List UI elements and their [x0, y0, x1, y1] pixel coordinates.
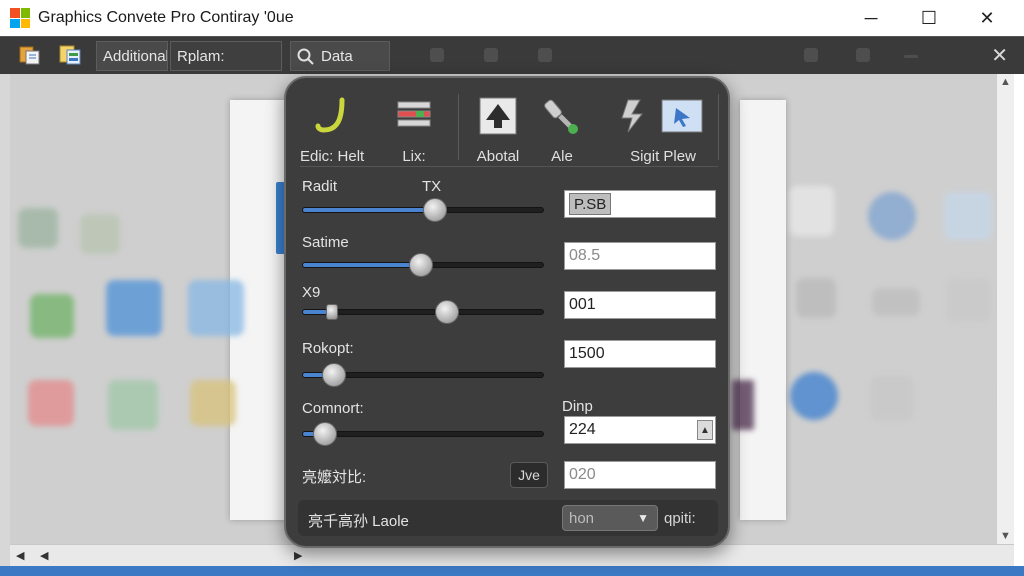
scroll-left-icon[interactable]: ◀ [40, 549, 48, 562]
x9-slider-knob-secondary[interactable] [435, 300, 459, 324]
tool-lix[interactable]: Lix: [392, 94, 436, 165]
blurred-app-icon [188, 280, 244, 336]
vertical-scrollbar[interactable]: ▲ ▼ [996, 74, 1014, 544]
blurred-app-icon [790, 186, 834, 236]
blurred-app-icon [944, 192, 992, 240]
tab-rplam[interactable]: Rplam: [170, 41, 282, 71]
tool-edit-helt[interactable]: Edic: Helt [300, 94, 364, 165]
jve-button[interactable]: Jve [510, 462, 548, 488]
faint-tool-icon[interactable] [484, 48, 498, 62]
rokopt-label: Rokopt: [302, 340, 354, 357]
layers-list-icon [397, 101, 431, 127]
radit-field[interactable]: P.SB [564, 190, 716, 218]
maximize-button[interactable]: ☐ [904, 0, 954, 36]
brush-icon [544, 99, 578, 134]
blurred-app-icon [872, 288, 920, 316]
pset-tag: P.SB [569, 193, 612, 215]
dinp-label: Dinp [562, 398, 593, 415]
mode-dropdown[interactable]: hon ▼ [562, 505, 658, 531]
toolbar: Additional Rplam: Data ✕ [0, 36, 1024, 74]
rokopt-slider[interactable] [302, 363, 544, 387]
app-logo-icon [10, 8, 30, 28]
blurred-app-icon [30, 294, 74, 338]
satime-slider[interactable] [302, 253, 544, 277]
blurred-app-icon [868, 192, 916, 240]
faint-minimize-icon[interactable] [904, 55, 918, 58]
tool-sigit-plew[interactable]: Sigit Plew [616, 94, 710, 165]
footer-label: 亮千高孙 Laole [308, 513, 409, 530]
cursor-shape-icon [621, 99, 703, 133]
documents-icon[interactable] [18, 44, 42, 66]
window-title: Graphics Convete Pro Contiray '0ue [38, 9, 294, 26]
faint-tool-icon[interactable] [538, 48, 552, 62]
close-button[interactable]: ✕ [962, 0, 1012, 36]
title-bar: Graphics Convete Pro Contiray '0ue ─ ☐ ✕ [0, 0, 1024, 36]
toolbar-separator [458, 94, 459, 160]
satime-field[interactable]: 08.5 [564, 242, 716, 270]
blurred-app-icon [190, 380, 236, 426]
options-label: qpiti: [664, 510, 696, 527]
toolbar-separator [718, 94, 719, 160]
comnort-slider[interactable] [302, 422, 544, 446]
x9-field[interactable]: 001 [564, 291, 716, 319]
x9-slider-knob[interactable] [325, 304, 338, 320]
faint-tool-icon[interactable] [430, 48, 444, 62]
comnort-label: Comnort: [302, 400, 364, 417]
blurred-app-icon [870, 376, 914, 420]
minimize-button[interactable]: ─ [846, 0, 896, 36]
image-file-icon[interactable] [58, 44, 82, 66]
tab-additional[interactable]: Additional [96, 41, 168, 71]
brightness-contrast-label: 亮嬤対比: [302, 469, 367, 486]
panel-footer: 亮千高孙 Laole hon ▼ qpiti: [298, 500, 718, 536]
rokopt-field[interactable]: 1500 [564, 340, 716, 368]
scroll-right-icon[interactable]: ▶ [294, 549, 302, 562]
radit-slider-knob[interactable] [423, 198, 447, 222]
x9-label: X9 [302, 284, 321, 301]
x9-slider[interactable] [302, 300, 544, 324]
mode-dropdown-value: hon [569, 509, 595, 527]
search-icon [297, 48, 314, 65]
radit-slider[interactable] [302, 198, 544, 222]
comnort-slider-knob[interactable] [312, 422, 337, 446]
tab-data-label: Data [321, 47, 353, 65]
blurred-app-icon [108, 380, 158, 430]
satime-label: Satime [302, 234, 349, 251]
blurred-app-icon [946, 278, 992, 322]
background-page [740, 100, 786, 520]
radit-label: Radit [302, 178, 338, 195]
arrow-up-icon [479, 97, 517, 135]
faint-tool-icon[interactable] [804, 48, 818, 62]
blurred-app-icon [796, 278, 836, 318]
chevron-down-icon: ▼ [637, 511, 649, 525]
blurred-app-icon [18, 208, 58, 248]
taskbar-edge [0, 566, 1024, 576]
dinp-value: 224 [569, 421, 596, 438]
panel-divider [300, 166, 718, 167]
tool-ale[interactable]: Ale [540, 94, 584, 165]
rokopt-slider-knob[interactable] [322, 363, 347, 387]
blurred-app-icon [28, 380, 74, 426]
adjustment-panel: Edic: Helt Lix: Abotal Ale Sigit Plew Ra… [284, 76, 730, 548]
brightness-field[interactable]: 020 [564, 461, 716, 489]
tab-data[interactable]: Data [290, 41, 390, 71]
dinp-spinbox[interactable]: 224 ▲ [564, 416, 716, 444]
faint-tool-icon[interactable] [856, 48, 870, 62]
left-edge [0, 74, 10, 566]
spin-arrow-icon[interactable]: ▲ [697, 420, 713, 440]
toolbar-close-icon[interactable]: ✕ [991, 43, 1008, 68]
blurred-app-icon [106, 280, 162, 336]
hook-curve-icon [315, 97, 345, 133]
blurred-app-icon [80, 214, 120, 254]
satime-slider-knob[interactable] [408, 253, 433, 277]
tx-label: TX [422, 178, 442, 195]
dark-strip [732, 380, 754, 430]
scroll-up-icon[interactable]: ▲ [1000, 76, 1011, 88]
blurred-app-icon [790, 372, 838, 420]
tool-abotal[interactable]: Abotal [476, 94, 520, 165]
scroll-left-icon[interactable]: ◀ [16, 549, 24, 562]
blurred-app-icon [950, 376, 990, 416]
scroll-down-icon[interactable]: ▼ [1000, 530, 1011, 542]
